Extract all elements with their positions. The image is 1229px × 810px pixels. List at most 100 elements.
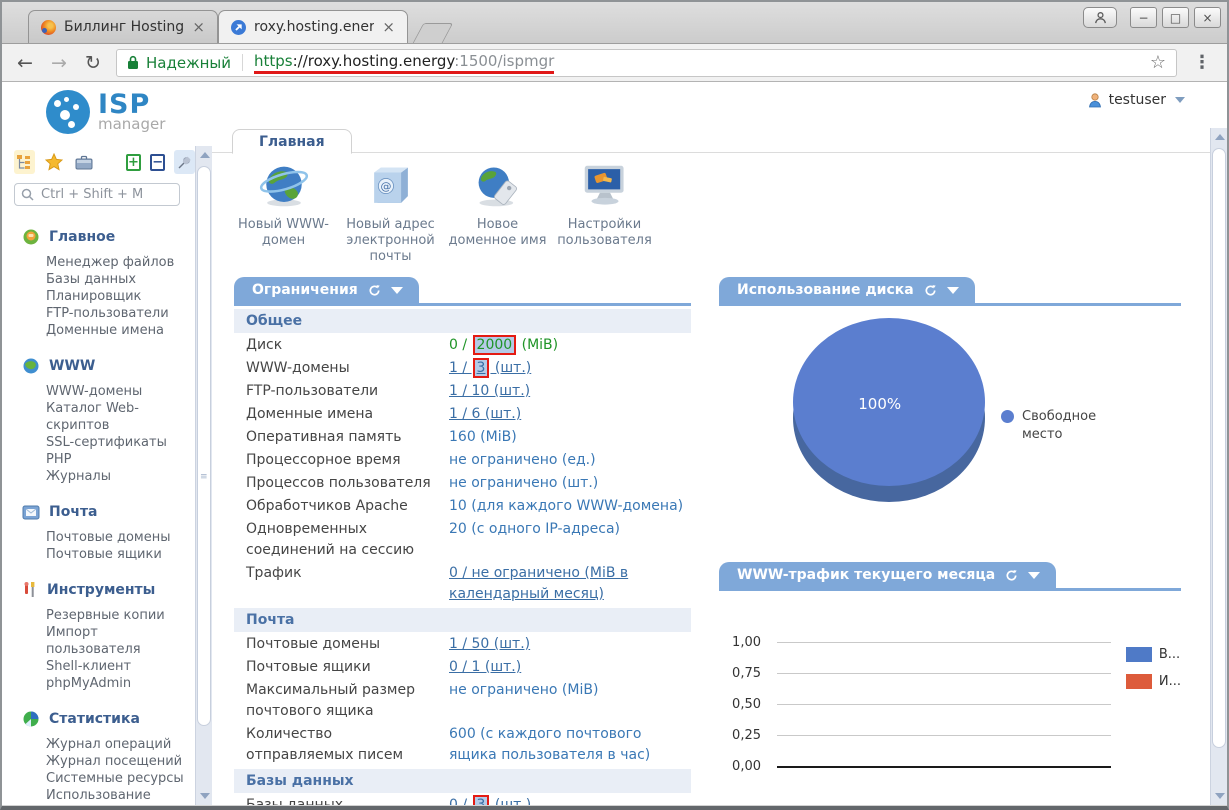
traffic-widget-tab[interactable]: WWW-трафик текущего месяца [719, 562, 1057, 588]
browser-tab-ispmanager[interactable]: roxy.hosting.energy: × [218, 10, 408, 43]
sidebar-scrollbar[interactable]: ≡ [195, 146, 212, 805]
limit-value[interactable]: 1 / 6 (шт.) [449, 404, 691, 425]
refresh-icon[interactable] [1005, 569, 1018, 582]
limit-row: Процессов пользователя не ограничено (шт.… [234, 473, 691, 494]
scroll-down-icon[interactable] [200, 793, 210, 799]
legend-label: И... [1158, 674, 1181, 689]
sidebar-item[interactable]: Доменные имена [2, 322, 195, 339]
limit-value[interactable]: 0 / не ограничено (MiB в календарный мес… [449, 563, 691, 605]
limit-value[interactable]: 1 / 3 (шт.) [449, 358, 691, 379]
sidebar-item[interactable]: PHP [2, 451, 195, 468]
chevron-down-icon[interactable] [946, 286, 959, 294]
scroll-down-icon[interactable] [1215, 793, 1225, 799]
menu-section-mail[interactable]: Почта [2, 501, 195, 523]
limit-label: Почтовые ящики [246, 659, 371, 675]
browser-window: Биллинг Hosting.Ene × roxy.hosting.energ… [0, 0, 1229, 810]
briefcase-button[interactable] [73, 150, 94, 174]
sidebar-item[interactable]: Резервные копии [2, 607, 195, 624]
maximize-button[interactable]: □ [1162, 7, 1189, 28]
collapse-all-button[interactable]: − [150, 153, 166, 171]
limit-value: 160 (MiB) [449, 429, 517, 445]
favorites-star-button[interactable] [44, 150, 65, 174]
browser-toolbar: ← → ↻ Надежный https://roxy.hosting.ener… [2, 44, 1227, 82]
billing-favicon-icon [41, 19, 56, 35]
gridline [777, 735, 1111, 736]
tab-home[interactable]: Главная [232, 129, 352, 154]
address-bar[interactable]: Надежный https://roxy.hosting.energy:150… [116, 48, 1177, 77]
chevron-down-icon[interactable] [390, 286, 403, 294]
pin-menu-button[interactable] [174, 150, 195, 174]
sidebar-scrollbar-thumb[interactable] [197, 166, 211, 726]
logo-text-manager: manager [98, 115, 166, 133]
limit-value: не ограничено (шт.) [449, 475, 599, 491]
refresh-icon[interactable] [368, 284, 381, 297]
sidebar-item[interactable]: FTP-пользователи [2, 305, 195, 322]
sidebar-item[interactable]: Базы данных [2, 271, 195, 288]
sidebar-item[interactable]: Журнал операций [2, 736, 195, 753]
limit-row: Обработчиков Apache 10 (для каждого WWW-д… [234, 496, 691, 517]
sidebar-item[interactable]: Использование трафи... [2, 787, 195, 805]
sidebar-item[interactable]: Системные ресурсы [2, 770, 195, 787]
home-globe-icon [23, 229, 39, 245]
reload-icon[interactable]: ↻ [82, 52, 104, 74]
tab-close-icon[interactable]: × [382, 19, 395, 35]
browser-menu-icon[interactable]: ⋮ [1189, 52, 1215, 73]
logo-text-isp: ISP [98, 89, 151, 120]
content-scrollbar-thumb[interactable] [1212, 148, 1226, 748]
expand-all-button[interactable]: + [125, 153, 142, 171]
limit-value[interactable]: 1 / 50 (шт.) [449, 634, 691, 655]
quick-action-new-domain-name[interactable]: Новое доменное имя [444, 157, 551, 265]
menu-section-main[interactable]: Главное [2, 226, 195, 248]
content-scrollbar[interactable] [1210, 128, 1227, 805]
quick-action-new-www-domain[interactable]: Новый WWW-домен [230, 157, 337, 265]
limit-value[interactable]: 0 / 3 (шт.) [449, 795, 691, 805]
traffic-gridlines: 1,00 0,75 0,50 0,25 0,00 [719, 627, 1181, 782]
annotation-box: 3 [472, 795, 490, 805]
sidebar-item[interactable]: Каталог Web-скриптов [2, 400, 195, 434]
sidebar-item[interactable]: WWW-домены [2, 383, 195, 400]
sidebar-search [14, 183, 180, 206]
sidebar-item[interactable]: Shell-клиент [2, 658, 195, 675]
refresh-icon[interactable] [924, 284, 937, 297]
sidebar-item[interactable]: Планировщик [2, 288, 195, 305]
menu-section-stats[interactable]: Статистика [2, 708, 195, 730]
bookmark-star-icon[interactable]: ☆ [1150, 52, 1166, 73]
sidebar-item[interactable]: Импорт пользователя [2, 624, 195, 658]
scroll-up-icon[interactable] [200, 152, 210, 158]
pie-chart: 100% [793, 318, 985, 502]
disk-usage-widget-tab[interactable]: Использование диска [719, 277, 975, 303]
profile-button[interactable] [1083, 7, 1117, 28]
quick-action-user-settings[interactable]: Настройки пользователя [551, 157, 658, 265]
menu-section-tools[interactable]: Инструменты [2, 579, 195, 601]
back-icon[interactable]: ← [14, 52, 36, 74]
sidebar-item[interactable]: SSL-сертификаты [2, 434, 195, 451]
tab-close-icon[interactable]: × [192, 19, 205, 35]
sidebar-menu: Главное Менеджер файлов Базы данных Планир… [2, 226, 195, 805]
menu-section-www[interactable]: WWW [2, 355, 195, 377]
user-menu[interactable]: testuser [1087, 92, 1185, 108]
tree-view-button[interactable] [14, 150, 35, 174]
quick-action-new-email[interactable]: @ Новый адрес электронной почты [337, 157, 444, 265]
sidebar-item[interactable]: phpMyAdmin [2, 675, 195, 692]
new-tab-button[interactable] [412, 23, 454, 43]
chevron-down-icon[interactable] [1028, 571, 1041, 579]
user-avatar-icon [1088, 93, 1101, 108]
limit-row: Почтовые домены 1 / 50 (шт.) [234, 634, 691, 655]
forward-icon[interactable]: → [48, 52, 70, 74]
limit-value[interactable]: 0 / 1 (шт.) [449, 657, 691, 678]
lock-icon [128, 55, 138, 69]
limits-widget-tab[interactable]: Ограничения [234, 277, 419, 303]
limit-value[interactable]: 1 / 10 (шт.) [449, 381, 691, 402]
sidebar-item[interactable]: Журнал посещений [2, 753, 195, 770]
limit-row: Базы данных 0 / 3 (шт.) [234, 795, 691, 805]
close-button[interactable]: × [1194, 7, 1221, 28]
sidebar-item[interactable]: Менеджер файлов [2, 254, 195, 271]
sidebar-item[interactable]: Почтовые ящики [2, 546, 195, 563]
scroll-up-icon[interactable] [1215, 134, 1225, 140]
browser-tab-billing[interactable]: Биллинг Hosting.Ene × [28, 10, 218, 43]
search-input[interactable] [14, 183, 180, 206]
minimize-button[interactable]: − [1130, 7, 1157, 28]
limit-row: Максимальный размер почтового ящика не ог… [234, 680, 691, 722]
sidebar-item[interactable]: Журналы [2, 468, 195, 485]
sidebar-item[interactable]: Почтовые домены [2, 529, 195, 546]
